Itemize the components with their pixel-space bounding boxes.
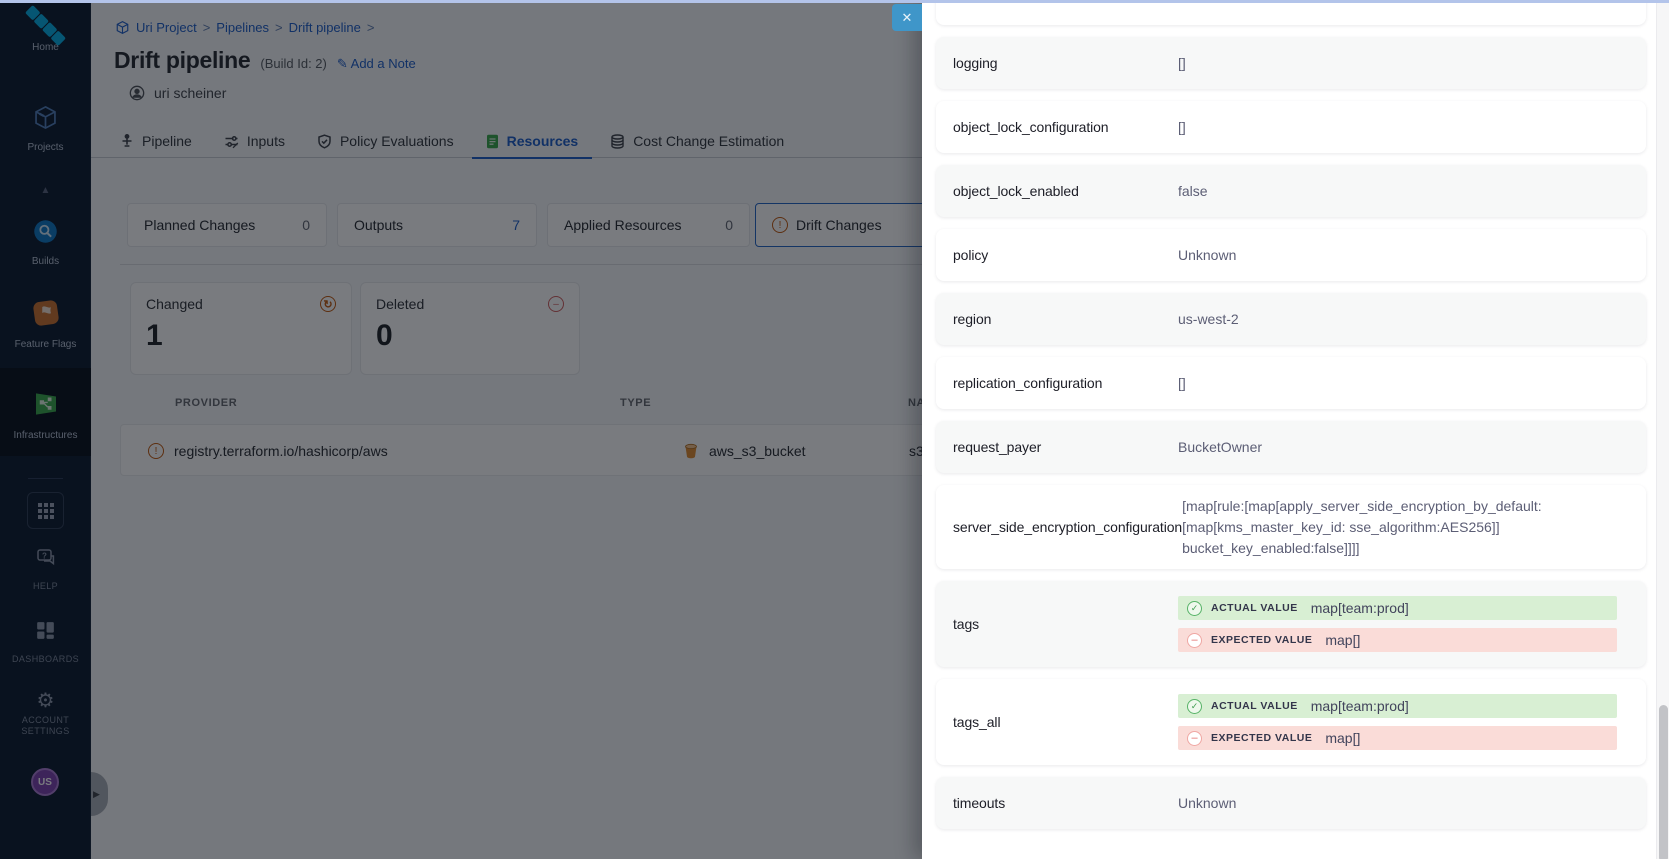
attribute-key: region: [936, 311, 1178, 327]
check-circle-icon: ✓: [1187, 601, 1202, 616]
attribute-row-partial: [936, 0, 1646, 25]
attribute-row: tags_all ✓ ACTUAL VALUE map[team:prod] –…: [936, 679, 1646, 765]
attribute-key: server_side_encryption_configuration: [936, 519, 1182, 535]
attribute-value: Unknown: [1178, 793, 1598, 814]
attribute-key: policy: [936, 247, 1178, 263]
attribute-row: logging []: [936, 37, 1646, 89]
expected-value-badge: – EXPECTED VALUE map[]: [1178, 726, 1617, 750]
attribute-row: tags ✓ ACTUAL VALUE map[team:prod] – EXP…: [936, 581, 1646, 667]
minus-circle-icon: –: [1187, 633, 1202, 648]
attribute-row: object_lock_configuration []: [936, 101, 1646, 153]
attribute-row: request_payer BucketOwner: [936, 421, 1646, 473]
attribute-value: Unknown: [1178, 245, 1598, 266]
modal-dim-overlay[interactable]: [0, 0, 922, 859]
attribute-list: logging [] object_lock_configuration [] …: [936, 0, 1646, 841]
expected-value-label: EXPECTED VALUE: [1211, 732, 1312, 744]
expected-value-badge: – EXPECTED VALUE map[]: [1178, 628, 1617, 652]
actual-value-label: ACTUAL VALUE: [1211, 602, 1298, 614]
actual-value: map[team:prod]: [1311, 600, 1409, 616]
attribute-value: us-west-2: [1178, 309, 1598, 330]
attribute-value: []: [1178, 53, 1598, 74]
attribute-value: [map[rule:[map[apply_server_side_encrypt…: [1182, 496, 1602, 559]
drift-details-drawer: logging [] object_lock_configuration [] …: [922, 0, 1669, 859]
attribute-value: []: [1178, 373, 1598, 394]
drift-values: ✓ ACTUAL VALUE map[team:prod] – EXPECTED…: [1178, 584, 1618, 664]
attribute-key: replication_configuration: [936, 375, 1178, 391]
expected-value: map[]: [1325, 632, 1360, 648]
expected-value-label: EXPECTED VALUE: [1211, 634, 1312, 646]
attribute-key: timeouts: [936, 795, 1178, 811]
vertical-scrollbar-thumb[interactable]: [1659, 705, 1668, 859]
minus-circle-icon: –: [1187, 731, 1202, 746]
attribute-row: object_lock_enabled false: [936, 165, 1646, 217]
attribute-key: tags_all: [936, 714, 1178, 730]
attribute-value: []: [1178, 117, 1598, 138]
attribute-key: object_lock_configuration: [936, 119, 1178, 135]
actual-value-badge: ✓ ACTUAL VALUE map[team:prod]: [1178, 694, 1617, 718]
attribute-key: request_payer: [936, 439, 1178, 455]
attribute-row: timeouts Unknown: [936, 777, 1646, 829]
attribute-key: object_lock_enabled: [936, 183, 1178, 199]
vertical-scrollbar[interactable]: [1656, 3, 1669, 859]
attribute-row: replication_configuration []: [936, 357, 1646, 409]
attribute-row: region us-west-2: [936, 293, 1646, 345]
window-top-strip: [0, 0, 1669, 3]
actual-value: map[team:prod]: [1311, 698, 1409, 714]
actual-value-badge: ✓ ACTUAL VALUE map[team:prod]: [1178, 596, 1617, 620]
attribute-key: tags: [936, 616, 1178, 632]
drift-values: ✓ ACTUAL VALUE map[team:prod] – EXPECTED…: [1178, 682, 1618, 762]
attribute-value: BucketOwner: [1178, 437, 1598, 458]
expected-value: map[]: [1325, 730, 1360, 746]
close-icon: ✕: [902, 10, 913, 26]
attribute-row: server_side_encryption_configuration [ma…: [936, 485, 1646, 569]
close-drawer-button[interactable]: ✕: [892, 4, 922, 31]
actual-value-label: ACTUAL VALUE: [1211, 700, 1298, 712]
attribute-row: policy Unknown: [936, 229, 1646, 281]
attribute-key: logging: [936, 55, 1178, 71]
check-circle-icon: ✓: [1187, 699, 1202, 714]
attribute-value: false: [1178, 181, 1598, 202]
